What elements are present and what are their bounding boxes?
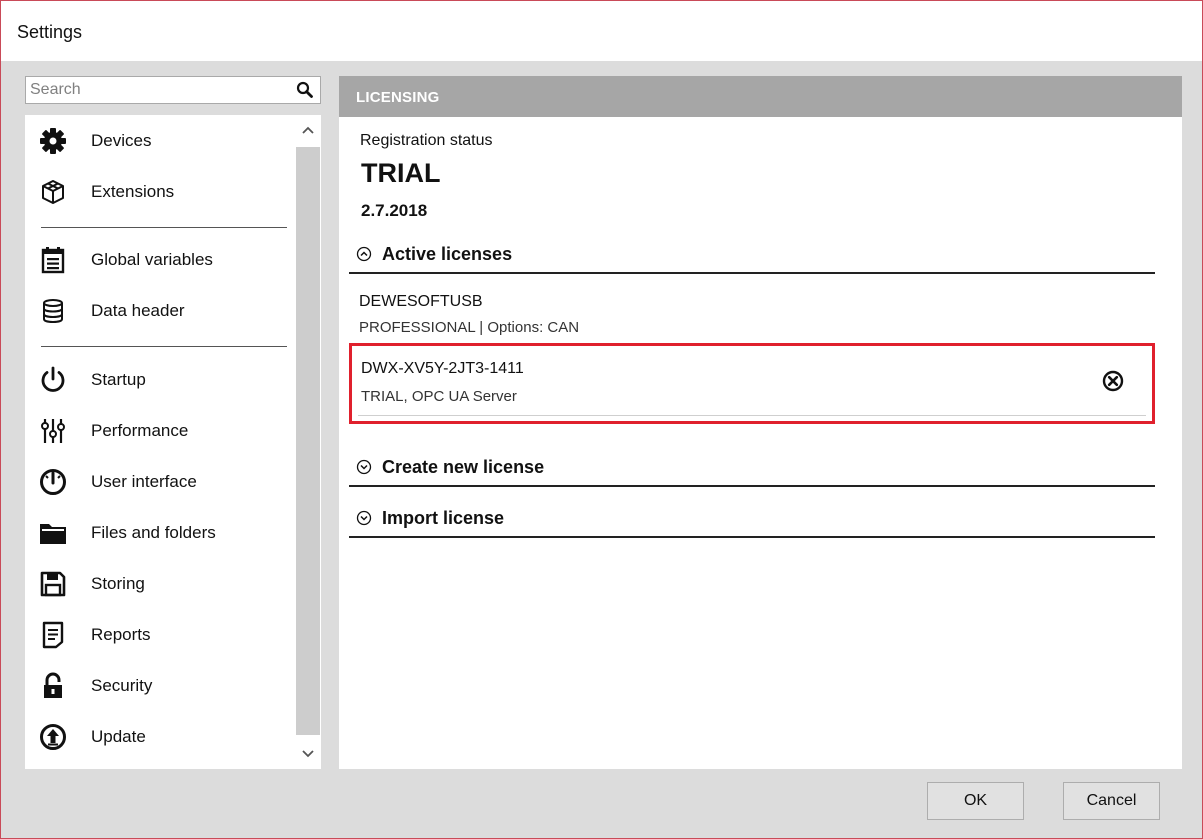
gauge-icon <box>39 468 67 496</box>
sidebar: Devices Extensions Global variables Data… <box>25 115 321 769</box>
section-label: Create new license <box>382 456 545 477</box>
sidebar-item-label: Devices <box>91 131 152 150</box>
cube-icon <box>39 178 67 206</box>
sidebar-item-label: Files and folders <box>91 523 216 542</box>
registration-date: 2.7.2018 <box>361 201 428 220</box>
sidebar-item-extensions[interactable]: Extensions <box>25 170 293 214</box>
title-bar: Settings <box>1 1 1202 61</box>
sidebar-item-label: Global variables <box>91 250 213 269</box>
chevron-down-circle-icon[interactable] <box>356 459 372 475</box>
licensing-panel: LICENSING Registration status TRIAL 2.7.… <box>339 76 1182 769</box>
search-icon[interactable] <box>296 81 314 99</box>
sidebar-item-data-header[interactable]: Data header <box>25 289 293 333</box>
sidebar-item-devices[interactable]: Devices <box>25 119 293 163</box>
sliders-icon <box>39 417 67 445</box>
folder-icon <box>39 519 67 547</box>
sidebar-item-performance[interactable]: Performance <box>25 409 293 453</box>
search-box[interactable] <box>25 76 321 104</box>
section-label: Import license <box>382 507 505 528</box>
ok-button[interactable]: OK <box>927 782 1024 820</box>
section-label: Active licenses <box>382 243 513 264</box>
sidebar-item-label: Extensions <box>91 182 175 201</box>
chevron-up-circle-icon[interactable] <box>356 246 372 262</box>
database-icon <box>39 297 67 325</box>
chevron-down-circle-icon[interactable] <box>356 510 372 526</box>
license-description: PROFESSIONAL | Options: CAN <box>359 319 580 336</box>
license-name: DWX-XV5Y-2JT3-1411 <box>361 360 524 377</box>
sidebar-item-label: Update <box>91 727 146 746</box>
panel-title: LICENSING <box>356 89 440 106</box>
clipboard-list-icon <box>39 246 67 274</box>
sidebar-item-label: Startup <box>91 370 146 389</box>
license-row-highlighted[interactable]: DWX-XV5Y-2JT3-1411 TRIAL, OPC UA Server <box>349 343 1155 424</box>
document-icon <box>39 621 67 649</box>
sidebar-item-label: Security <box>91 676 153 695</box>
search-input[interactable] <box>26 77 288 103</box>
sidebar-scrollbar[interactable] <box>295 115 321 769</box>
sidebar-item-label: Data header <box>91 301 185 320</box>
sidebar-item-files-and-folders[interactable]: Files and folders <box>25 511 293 555</box>
upload-circle-icon <box>39 723 67 751</box>
lock-icon <box>39 672 67 700</box>
sidebar-item-label: User interface <box>91 472 197 491</box>
row-divider <box>358 415 1146 416</box>
registration-status-label: Registration status <box>360 132 493 149</box>
sidebar-item-reports[interactable]: Reports <box>25 613 293 657</box>
sidebar-divider <box>41 227 287 228</box>
sidebar-divider <box>41 346 287 347</box>
power-icon <box>39 366 67 394</box>
sidebar-item-update[interactable]: Update <box>25 715 293 759</box>
cancel-button[interactable]: Cancel <box>1063 782 1160 820</box>
chevron-up-icon[interactable] <box>295 117 321 143</box>
sidebar-item-label: Reports <box>91 625 151 644</box>
chevron-down-icon[interactable] <box>295 741 321 767</box>
settings-window: Settings Search Devices Extensions Globa… <box>0 0 1203 839</box>
scrollbar-thumb[interactable] <box>296 147 320 735</box>
sidebar-item-label: Performance <box>91 421 189 440</box>
panel-header: LICENSING <box>339 76 1182 117</box>
floppy-disk-icon <box>39 570 67 598</box>
license-name: DEWESOFTUSB <box>359 293 483 310</box>
gear-icon <box>39 127 67 155</box>
sidebar-item-label: Storing <box>91 574 145 593</box>
registration-status-value: TRIAL <box>361 158 441 188</box>
section-import-license[interactable]: Import license <box>349 500 1155 538</box>
sidebar-item-storing[interactable]: Storing <box>25 562 293 606</box>
license-description: TRIAL, OPC UA Server <box>361 388 517 405</box>
section-create-new-license[interactable]: Create new license <box>349 449 1155 487</box>
section-active-licenses[interactable]: Active licenses <box>349 236 1155 274</box>
sidebar-item-user-interface[interactable]: User interface <box>25 460 293 504</box>
sidebar-item-global-variables[interactable]: Global variables <box>25 238 293 282</box>
license-row[interactable]: DEWESOFTUSB PROFESSIONAL | Options: CAN <box>349 287 1155 351</box>
window-title: Settings <box>17 22 83 42</box>
remove-license-icon[interactable] <box>1102 370 1124 392</box>
sidebar-item-security[interactable]: Security <box>25 664 293 708</box>
sidebar-item-startup[interactable]: Startup <box>25 358 293 402</box>
